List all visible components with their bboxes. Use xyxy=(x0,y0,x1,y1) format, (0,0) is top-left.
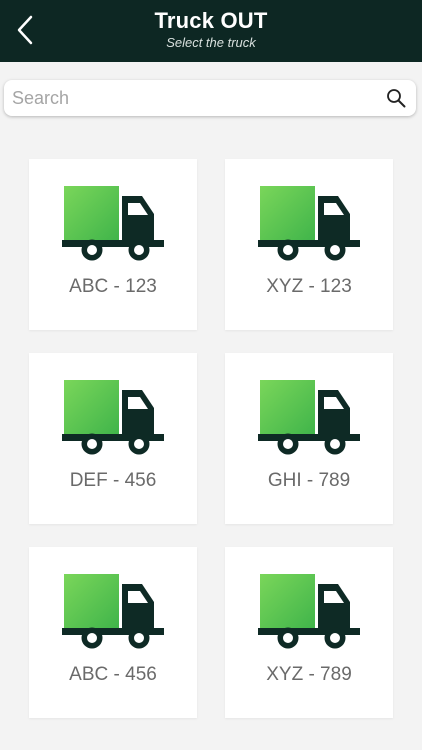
page-subtitle: Select the truck xyxy=(166,35,256,50)
truck-label: DEF - 456 xyxy=(69,470,157,491)
truck-card[interactable]: GHI - 789 xyxy=(225,353,393,524)
truck-card[interactable]: ABC - 123 xyxy=(29,159,197,330)
search-bar xyxy=(4,80,416,116)
truck-icon xyxy=(62,186,164,261)
truck-card[interactable]: XYZ - 123 xyxy=(225,159,393,330)
truck-label: GHI - 789 xyxy=(267,470,351,491)
truck-card[interactable]: ABC - 456 xyxy=(29,547,197,718)
app-header: Truck OUT Select the truck xyxy=(0,0,422,62)
truck-icon xyxy=(258,574,360,649)
truck-card[interactable]: XYZ - 789 xyxy=(225,547,393,718)
truck-label: ABC - 456 xyxy=(69,664,157,685)
search-input[interactable] xyxy=(12,80,372,116)
truck-icon xyxy=(258,186,360,261)
page-title: Truck OUT xyxy=(154,8,268,33)
truck-icon xyxy=(62,574,164,649)
truck-label: XYZ - 789 xyxy=(266,664,352,685)
truck-icon xyxy=(258,380,360,455)
truck-label: XYZ - 123 xyxy=(266,276,352,297)
truck-label: ABC - 123 xyxy=(69,276,157,297)
truck-card[interactable]: DEF - 456 xyxy=(29,353,197,524)
truck-icon xyxy=(62,380,164,455)
search-icon[interactable] xyxy=(386,88,406,108)
